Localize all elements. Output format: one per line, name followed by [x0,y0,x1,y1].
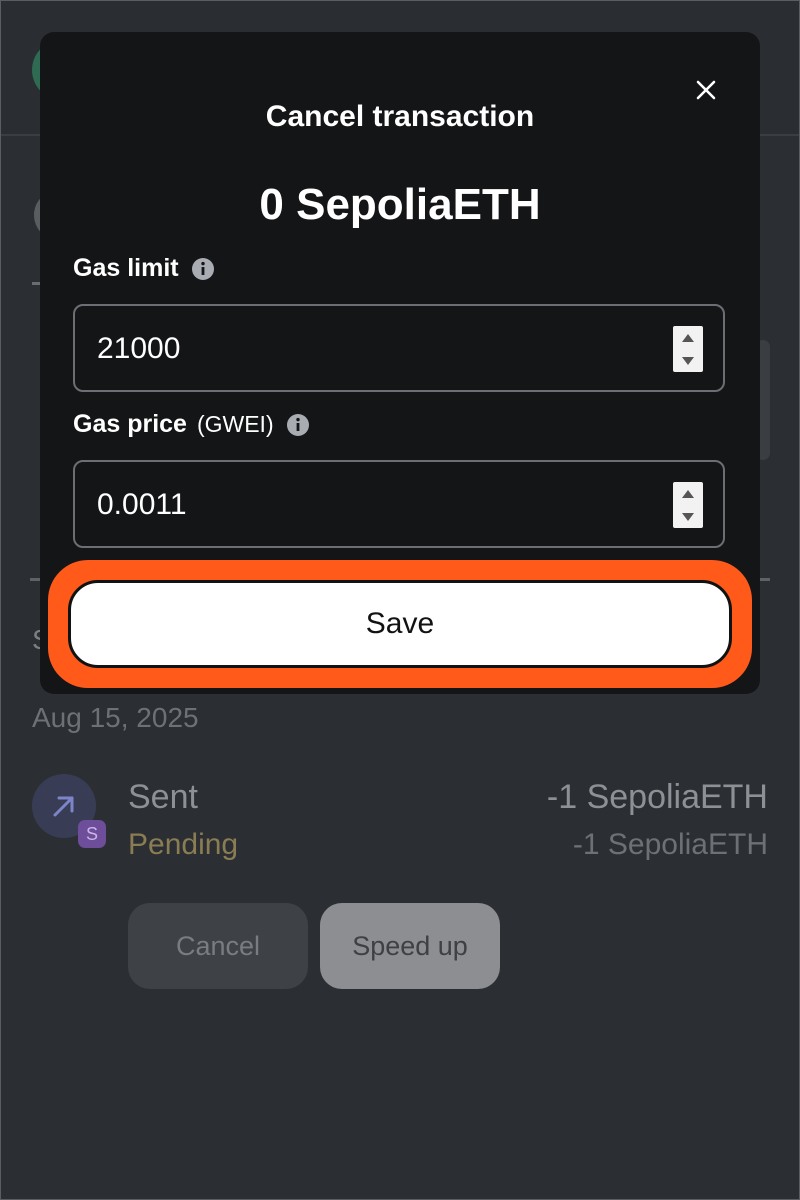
decrement-button[interactable] [673,349,703,372]
gas-limit-label: Gas limit [73,254,215,283]
gas-limit-stepper [673,326,703,372]
token-badge: S [78,820,106,848]
close-icon [696,80,716,100]
cancel-amount: 0 SepoliaETH [259,180,541,229]
gas-price-input[interactable] [95,462,659,548]
gas-price-label: Gas price (GWEI) [73,410,310,439]
increment-button[interactable] [673,482,703,505]
info-icon[interactable] [286,413,310,437]
close-button[interactable] [688,72,724,108]
gas-limit-field [73,304,725,392]
gas-price-unit: (GWEI) [196,411,274,437]
modal-title: Cancel transaction [265,100,535,133]
increment-button[interactable] [673,326,703,349]
speed-up-button[interactable]: Speed up [320,903,500,989]
triangle-down-icon [682,356,694,365]
gas-price-field [73,460,725,548]
gas-price-stepper [673,482,703,528]
activity-date: Aug 15, 2025 [32,702,199,733]
transaction-amount-secondary: -1 SepoliaETH [572,828,768,861]
transaction-amount: -1 SepoliaETH [546,778,768,816]
info-icon[interactable] [191,257,215,281]
save-button[interactable]: Save [68,580,732,668]
gas-price-label-text: Gas price [73,410,187,438]
triangle-down-icon [682,512,694,521]
decrement-button[interactable] [673,505,703,528]
gas-limit-label-text: Gas limit [73,254,179,282]
cancel-transaction-button[interactable]: Cancel [128,903,308,989]
triangle-up-icon [682,489,694,498]
transaction-title[interactable]: Sent [128,778,198,817]
triangle-up-icon [682,333,694,342]
transaction-status: Pending [128,828,239,861]
gas-limit-input[interactable] [95,306,659,392]
